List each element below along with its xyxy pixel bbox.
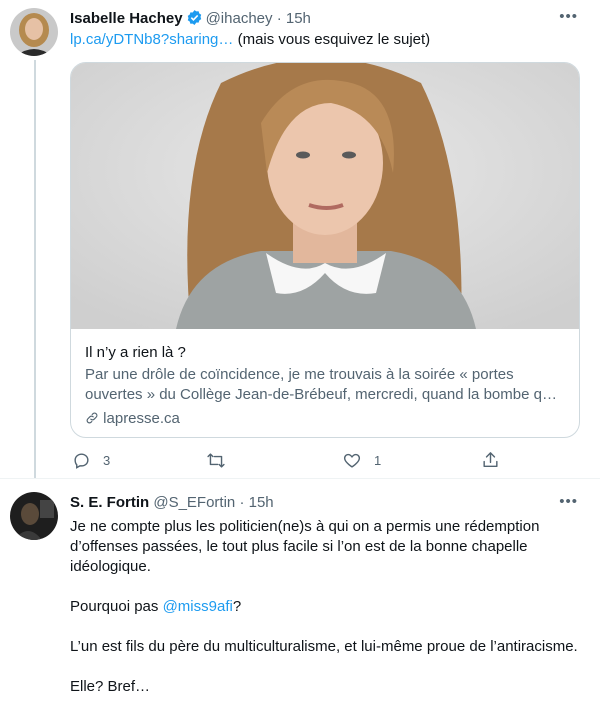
handle[interactable]: @ihachey [206,10,273,27]
card-body: Il n’y a rien là ? Par une drôle de coïn… [85,343,565,429]
heart-icon [342,451,362,470]
retweet-button[interactable] [205,451,239,470]
tweet-paragraph: Je ne compte plus les politicien(ne)s à … [70,518,540,575]
tweet-text: Je ne compte plus les politicien(ne)s à … [70,517,580,697]
display-name[interactable]: Isabelle Hachey [70,10,183,27]
tweet-paragraph: Pourquoi pas @miss9afi? [70,597,580,617]
timestamp[interactable]: 15h [249,494,274,511]
like-button[interactable]: 1 [342,451,381,470]
display-name[interactable]: S. E. Fortin [70,494,149,511]
tweet-paragraph: Elle? Bref… [70,678,151,695]
tweet-header: S. E. Fortin @S_EFortin · 15h [70,493,274,513]
tweet-header: Isabelle Hachey @ihachey · 15h [70,9,311,32]
reply-count: 3 [103,453,111,468]
card-domain: lapresse.ca [85,409,565,429]
tweet-paragraph: L’un est fils du père du multiculturalis… [70,638,578,655]
paragraph-suffix: ? [232,598,242,615]
tweet-text-after-link: (mais vous esquivez le sujet) [237,31,431,48]
dot-separator: · [276,10,282,27]
card-domain-text: lapresse.ca [103,410,180,427]
card-description: Par une drôle de coïncidence, je me trou… [85,366,557,403]
handle[interactable]: @S_EFortin [153,494,235,511]
link-preview-card[interactable]: Il n’y a rien là ? Par une drôle de coïn… [70,62,580,438]
share-button[interactable] [481,450,500,470]
mention-link[interactable]: @miss9afi [163,598,233,615]
timestamp[interactable]: 15h [286,10,311,27]
more-options-button[interactable]: ••• [559,493,578,510]
verified-badge-icon [186,9,203,32]
like-count: 1 [374,453,382,468]
card-image [71,63,579,329]
reply-icon [72,451,91,470]
share-icon [481,450,500,470]
dot-separator: · [239,494,245,511]
reply-button[interactable]: 3 [72,451,110,470]
tweet-text: lp.ca/yDTNb8?sharing… (mais vous esquive… [70,30,430,50]
card-title: Il n’y a rien là ? [85,344,186,361]
tweet-isabelle-hachey[interactable]: Isabelle Hachey @ihachey · 15h ••• lp.ca/… [0,0,600,478]
avatar[interactable] [10,492,58,540]
link-icon [85,410,99,427]
avatar[interactable] [10,8,58,56]
retweet-icon [205,451,227,470]
tweet-link[interactable]: lp.ca/yDTNb8?sharing… [70,31,233,48]
paragraph-prefix: Pourquoi pas [70,598,163,615]
more-options-button[interactable]: ••• [559,8,578,25]
